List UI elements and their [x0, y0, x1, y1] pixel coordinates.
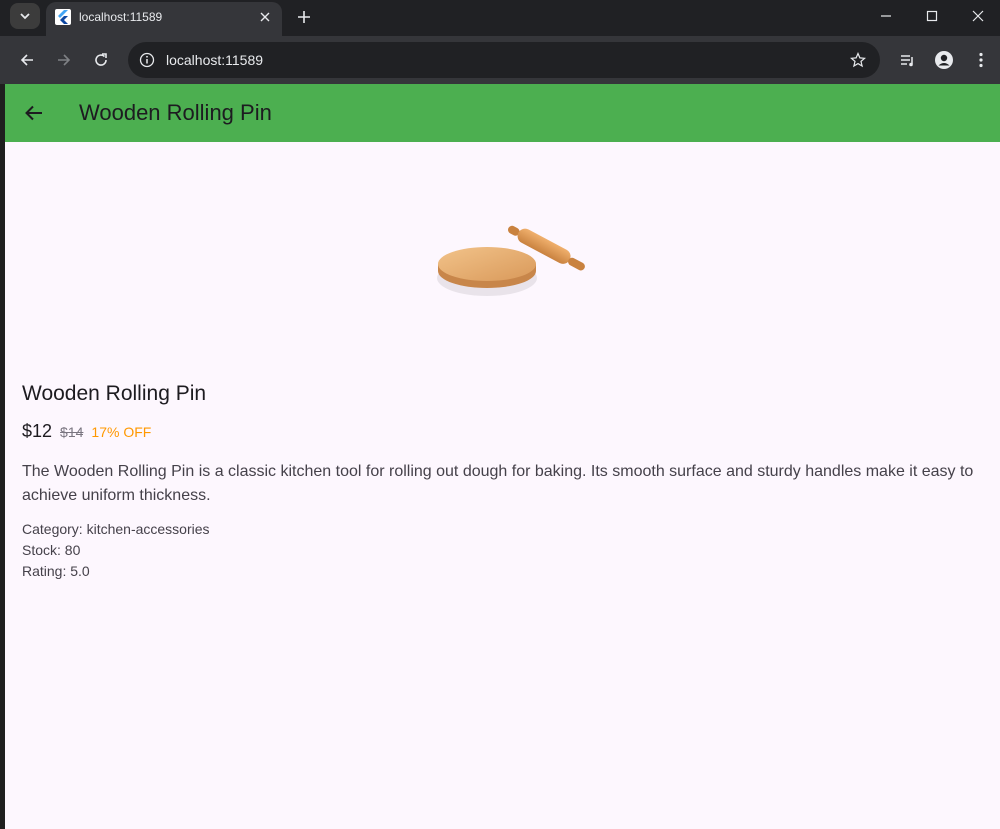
arrow-back-icon[interactable]: [21, 100, 47, 126]
site-info-icon[interactable]: [136, 49, 158, 71]
product-stock: Stock: 80: [22, 542, 81, 558]
maximize-icon[interactable]: [909, 0, 955, 32]
product-price: $12: [22, 421, 53, 441]
app-bar: Wooden Rolling Pin: [5, 84, 1000, 142]
tab-strip: localhost:11589: [0, 0, 1000, 36]
minimize-icon[interactable]: [863, 0, 909, 32]
reload-icon[interactable]: [88, 47, 114, 73]
forward-icon[interactable]: [51, 47, 77, 73]
bookmark-star-icon[interactable]: [848, 50, 868, 70]
page-viewport: Wooden Rolling Pin Wooden Rolling Pin $1…: [5, 84, 1000, 829]
close-tab-icon[interactable]: [256, 8, 274, 26]
close-window-icon[interactable]: [955, 0, 1000, 32]
browser-tab[interactable]: localhost:11589: [46, 2, 282, 36]
price-row: $12 $14 17% OFF: [22, 421, 151, 443]
product-description: The Wooden Rolling Pin is a classic kitc…: [22, 463, 974, 504]
chevron-down-icon: [20, 13, 30, 20]
tab-search-button[interactable]: [10, 3, 40, 29]
browser-chrome: localhost:11589 localhost:11589: [0, 0, 1000, 84]
product-rating: Rating: 5.0: [22, 563, 90, 579]
tab-title: localhost:11589: [79, 10, 163, 24]
page-title: Wooden Rolling Pin: [79, 100, 272, 125]
product-category: Category: kitchen-accessories: [22, 521, 210, 537]
profile-avatar-icon[interactable]: [931, 47, 957, 73]
back-icon[interactable]: [14, 47, 40, 73]
browser-toolbar: localhost:11589: [0, 36, 1000, 84]
menu-kebab-icon[interactable]: [968, 47, 994, 73]
original-price: $14: [60, 424, 84, 440]
product-name: Wooden Rolling Pin: [22, 382, 207, 405]
address-bar[interactable]: localhost:11589: [128, 42, 880, 78]
url-text: localhost:11589: [166, 52, 264, 68]
new-tab-icon[interactable]: [292, 5, 316, 29]
discount-label: 17% OFF: [91, 424, 152, 440]
media-controls-icon[interactable]: [895, 47, 921, 73]
flutter-favicon-icon: [55, 9, 71, 25]
product-image: [437, 225, 585, 296]
